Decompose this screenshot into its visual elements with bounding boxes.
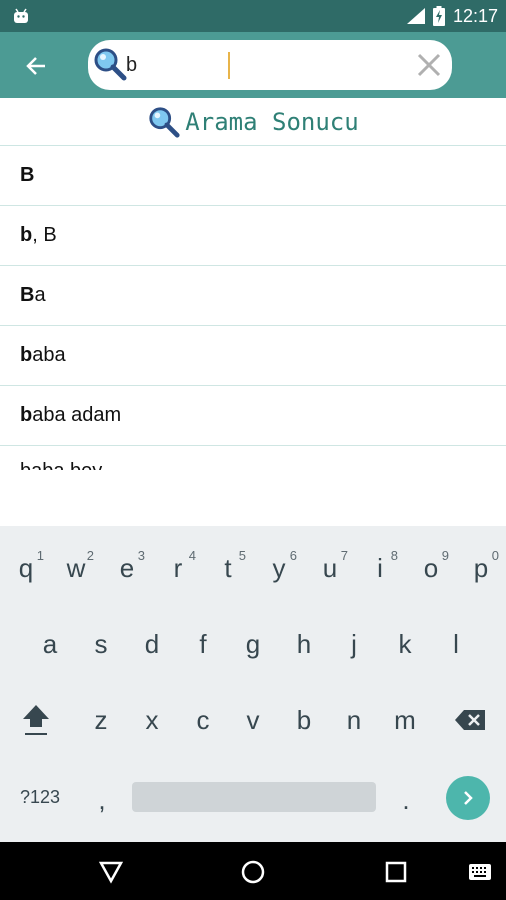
key-f[interactable]: f xyxy=(179,614,227,674)
result-item[interactable]: B xyxy=(0,146,506,206)
result-match: B xyxy=(20,164,35,186)
arrow-left-icon xyxy=(26,57,45,75)
period-key[interactable]: . xyxy=(382,770,430,830)
soft-keyboard: q1 w2 e3 r4 t5 y6 u7 i8 o9 p0 a s d f g … xyxy=(0,526,506,842)
key-l[interactable]: l xyxy=(432,614,480,674)
key-e[interactable]: e3 xyxy=(103,538,151,598)
key-u[interactable]: u7 xyxy=(306,538,354,598)
key-g[interactable]: g xyxy=(229,614,277,674)
key-w[interactable]: w2 xyxy=(52,538,100,598)
backspace-key[interactable] xyxy=(446,690,494,750)
screen: 12:17 b Arama Sonucu B b , B B a b aba b… xyxy=(0,0,506,900)
magnifier-icon xyxy=(149,106,180,138)
search-input[interactable] xyxy=(126,50,406,80)
result-rest: aba xyxy=(32,344,66,366)
back-button[interactable] xyxy=(14,44,58,88)
home-circle-icon xyxy=(241,860,265,884)
results-header: Arama Sonucu xyxy=(0,98,506,146)
shift-icon xyxy=(23,705,49,735)
key-j[interactable]: j xyxy=(330,614,378,674)
key-b[interactable]: b xyxy=(280,690,328,750)
keyboard-icon xyxy=(469,864,491,880)
status-time: 12:17 xyxy=(452,5,498,26)
key-t[interactable]: t5 xyxy=(204,538,252,598)
result-rest: , B xyxy=(32,224,57,246)
result-match: b xyxy=(20,224,33,246)
result-rest: a xyxy=(34,284,46,306)
key-s[interactable]: s xyxy=(77,614,125,674)
key-n[interactable]: n xyxy=(330,690,378,750)
nav-home-button[interactable] xyxy=(235,854,271,890)
result-match: B xyxy=(20,284,35,306)
key-m[interactable]: m xyxy=(381,690,429,750)
comma-key[interactable]: , xyxy=(78,770,126,830)
key-y[interactable]: y6 xyxy=(255,538,303,598)
magnifier-icon xyxy=(94,48,127,81)
key-d[interactable]: d xyxy=(128,614,176,674)
result-rest: aba adam xyxy=(32,404,122,426)
enter-key[interactable] xyxy=(446,776,490,820)
nav-recents-button[interactable] xyxy=(378,854,414,890)
result-match: b xyxy=(20,404,33,426)
close-icon xyxy=(417,53,441,77)
key-h[interactable]: h xyxy=(280,614,328,674)
battery-charging-icon xyxy=(432,6,445,26)
result-list: B b, B Ba b aba b aba adam xyxy=(0,146,506,446)
android-icon xyxy=(14,8,28,23)
result-item[interactable]: b, B xyxy=(0,206,506,266)
search-box[interactable] xyxy=(88,40,452,90)
signal-icon xyxy=(406,8,425,24)
back-triangle-icon xyxy=(98,861,124,884)
result-item[interactable]: b aba adam xyxy=(0,386,506,446)
app-bar xyxy=(0,32,506,98)
clear-search-button[interactable] xyxy=(412,48,446,82)
chevron-right-icon xyxy=(464,791,473,805)
result-item-partial[interactable]: baba bey xyxy=(0,446,506,526)
key-c[interactable]: c xyxy=(179,690,227,750)
key-a[interactable]: a xyxy=(26,614,74,674)
status-right-group: 12:17 xyxy=(406,4,498,28)
recents-square-icon xyxy=(385,861,407,883)
space-key[interactable] xyxy=(132,782,376,812)
key-x[interactable]: x xyxy=(128,690,176,750)
results-title: Arama Sonucu xyxy=(185,107,359,136)
key-r[interactable]: r4 xyxy=(154,538,202,598)
status-bar: 12:17 xyxy=(0,0,506,32)
key-k[interactable]: k xyxy=(381,614,429,674)
key-v[interactable]: v xyxy=(229,690,277,750)
nav-back-button[interactable] xyxy=(93,854,129,890)
nav-keyboard-button[interactable] xyxy=(462,854,498,890)
key-p[interactable]: p0 xyxy=(457,538,505,598)
result-item[interactable]: b aba xyxy=(0,326,506,386)
key-z[interactable]: z xyxy=(77,690,125,750)
symbols-key[interactable]: ?123 xyxy=(12,782,68,812)
text-caret xyxy=(228,52,230,79)
result-match: b xyxy=(20,344,33,366)
key-i[interactable]: i8 xyxy=(356,538,404,598)
key-q[interactable]: q1 xyxy=(2,538,50,598)
backspace-icon xyxy=(455,710,485,730)
result-partial-text: baba bey xyxy=(20,460,103,482)
result-item[interactable]: Ba xyxy=(0,266,506,326)
key-o[interactable]: o9 xyxy=(407,538,455,598)
nav-bar xyxy=(0,842,506,900)
shift-key[interactable] xyxy=(12,690,60,750)
